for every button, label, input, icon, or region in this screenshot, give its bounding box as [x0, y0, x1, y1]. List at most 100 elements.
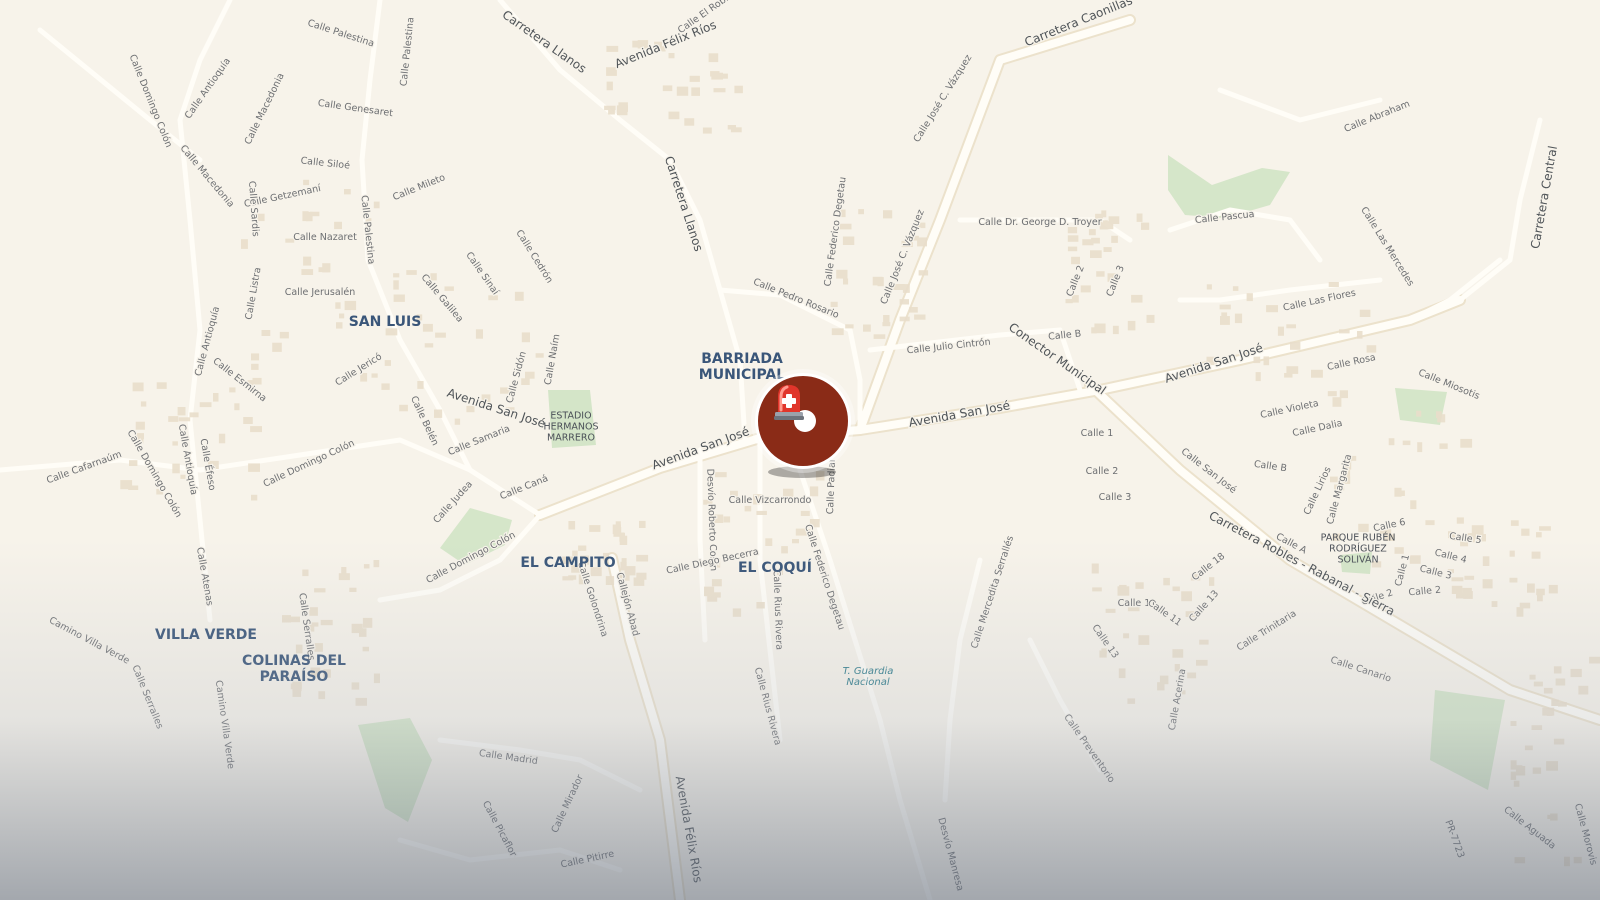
building — [1220, 316, 1230, 325]
building — [1104, 221, 1114, 230]
building — [334, 221, 342, 230]
building — [1196, 659, 1208, 666]
building — [1332, 397, 1342, 407]
building — [1339, 390, 1348, 399]
building — [1416, 410, 1422, 417]
building — [1527, 583, 1535, 593]
building — [303, 256, 312, 266]
building — [1123, 633, 1130, 639]
building — [605, 576, 615, 585]
street-label: Calle Vizcarrondo — [729, 495, 812, 506]
building — [1425, 520, 1435, 526]
building — [562, 576, 574, 581]
building — [302, 569, 309, 577]
water-label-t-guardia-nacional: T. Guardia Nacional — [842, 666, 894, 688]
poi-label-estadio-hermanos-marrero: ESTADIO HERMANOS MARRERO — [543, 410, 599, 444]
building — [140, 401, 147, 407]
building — [836, 269, 848, 279]
building — [1328, 282, 1339, 287]
building — [842, 236, 855, 245]
building — [1546, 709, 1553, 716]
building — [1082, 239, 1094, 246]
building — [744, 505, 752, 512]
building — [1146, 314, 1155, 323]
neighborhood-label-san-luis: SAN LUIS — [348, 314, 422, 330]
building — [213, 393, 219, 402]
building — [1464, 575, 1475, 580]
building — [351, 682, 360, 690]
building — [899, 316, 910, 322]
building — [606, 45, 619, 52]
building — [1067, 246, 1078, 252]
building — [305, 211, 313, 222]
building — [1157, 682, 1165, 691]
emergency-marker[interactable] — [755, 373, 851, 469]
building — [1286, 366, 1299, 374]
building — [800, 510, 810, 516]
building — [691, 87, 700, 96]
building — [417, 381, 424, 389]
building — [1553, 738, 1565, 745]
building — [1290, 341, 1301, 350]
building — [1578, 685, 1589, 695]
building — [781, 546, 788, 554]
building — [1199, 639, 1209, 645]
building — [1065, 299, 1073, 304]
building — [689, 75, 700, 82]
building — [1482, 579, 1493, 589]
building — [1536, 532, 1542, 538]
building — [393, 280, 399, 290]
building — [1172, 649, 1184, 658]
building — [1553, 666, 1562, 674]
building — [684, 118, 695, 126]
building — [1135, 582, 1144, 589]
building — [189, 412, 199, 418]
building — [1509, 577, 1518, 583]
building — [1277, 326, 1284, 336]
building — [178, 417, 191, 422]
building — [1532, 767, 1542, 774]
building — [1339, 329, 1350, 334]
building — [1088, 229, 1096, 236]
building — [1103, 247, 1112, 252]
building — [723, 516, 731, 523]
building — [384, 360, 391, 366]
building — [234, 403, 240, 411]
building — [1286, 324, 1296, 329]
building — [514, 291, 524, 301]
building — [251, 494, 258, 501]
building — [373, 560, 380, 568]
building — [525, 371, 535, 379]
building — [344, 189, 351, 195]
building — [444, 286, 454, 291]
building — [1234, 313, 1243, 324]
building — [1437, 414, 1446, 423]
building — [320, 619, 333, 626]
building — [1531, 551, 1541, 559]
building — [1510, 520, 1519, 526]
building — [636, 554, 649, 562]
building — [1311, 369, 1323, 378]
building — [1482, 556, 1490, 566]
building — [1551, 699, 1559, 706]
building — [734, 85, 743, 94]
neighborhood-label-colinas-del-paraiso: COLINAS DEL PARAÍSO — [242, 653, 346, 685]
building — [1111, 235, 1118, 243]
building — [434, 409, 443, 418]
map-viewport[interactable]: Carretera Llanos Carretera Llanos Carreter… — [0, 0, 1600, 900]
poi-label-parque-ruben-rodriguez-solivan: PARQUE RUBÉN RODRÍGUEZ SOLIVÁN — [1320, 532, 1396, 566]
building — [1091, 563, 1099, 574]
building — [1232, 286, 1239, 291]
building — [344, 300, 357, 311]
building — [633, 577, 645, 586]
building — [1101, 210, 1107, 218]
building — [292, 688, 302, 697]
building — [604, 105, 616, 111]
building — [422, 323, 433, 332]
building — [218, 433, 226, 444]
building — [606, 81, 613, 91]
building — [521, 378, 530, 385]
building — [1521, 528, 1530, 536]
building — [349, 587, 357, 592]
building — [355, 697, 367, 706]
